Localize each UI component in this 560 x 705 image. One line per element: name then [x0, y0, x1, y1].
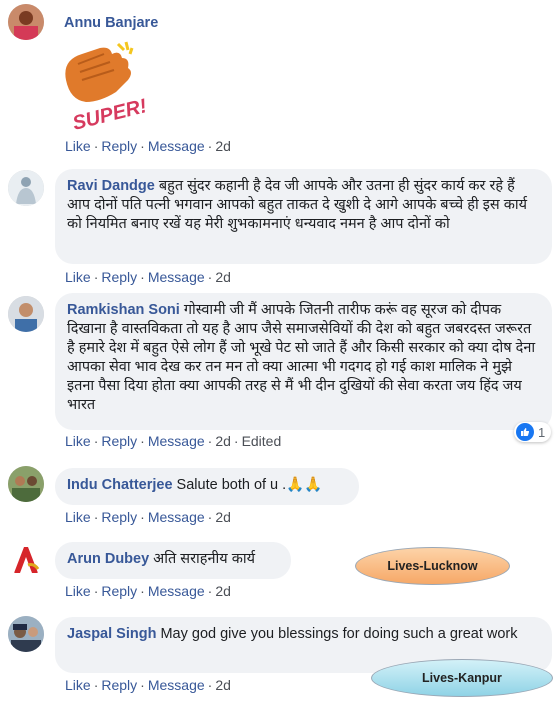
like-link[interactable]: Like [65, 583, 91, 599]
reply-link[interactable]: Reply [101, 138, 137, 154]
author-name[interactable]: Jaspal Singh [67, 626, 156, 642]
timestamp[interactable]: 2d [215, 583, 231, 599]
comment-bubble: Ramkishan Soni गोस्वामी जी मैं आपके जितनी… [55, 293, 552, 430]
message-link[interactable]: Message [148, 433, 205, 449]
like-link[interactable]: Like [65, 269, 91, 285]
comment-text: May god give you blessings for doing suc… [160, 626, 518, 642]
reply-link[interactable]: Reply [101, 269, 137, 285]
reaction-badge[interactable]: 1 [514, 422, 552, 442]
edited-label[interactable]: Edited [242, 433, 282, 449]
like-link[interactable]: Like [65, 677, 91, 693]
like-link[interactable]: Like [65, 138, 91, 154]
avatar[interactable] [8, 296, 44, 332]
timestamp[interactable]: 2d [215, 433, 231, 449]
comment-text: अति सराहनीय कार्य [153, 551, 256, 567]
comment-actions: Like · Reply · Message · 2d [65, 138, 231, 154]
avatar[interactable] [8, 541, 44, 577]
message-link[interactable]: Message [148, 677, 205, 693]
like-link[interactable]: Like [65, 509, 91, 525]
reply-link[interactable]: Reply [101, 583, 137, 599]
avatar[interactable] [8, 466, 44, 502]
author-name[interactable]: Arun Dubey [67, 551, 149, 567]
sticker: SUPER! [60, 40, 149, 135]
location-tag-lucknow: Lives-Lucknow [355, 547, 510, 585]
reaction-count: 1 [538, 424, 546, 440]
reply-link[interactable]: Reply [101, 433, 137, 449]
author-name[interactable]: Ravi Dandge [67, 178, 155, 194]
comment-actions: Like · Reply · Message · 2d · Edited [65, 433, 282, 449]
thumbs-up-icon [516, 423, 534, 441]
avatar[interactable] [8, 4, 44, 40]
timestamp[interactable]: 2d [215, 509, 231, 525]
like-link[interactable]: Like [65, 433, 91, 449]
timestamp[interactable]: 2d [215, 138, 231, 154]
comment-bubble: Arun Dubey अति सराहनीय कार्य [55, 542, 291, 579]
author-name[interactable]: Ramkishan Soni [67, 302, 180, 318]
author-name[interactable]: Indu Chatterjee [67, 477, 173, 493]
author-name[interactable]: Annu Banjare [64, 15, 158, 31]
reply-link[interactable]: Reply [101, 677, 137, 693]
comment-actions: Like · Reply · Message · 2d [65, 269, 231, 285]
comment-actions: Like · Reply · Message · 2d [65, 509, 231, 525]
avatar[interactable] [8, 616, 44, 652]
timestamp[interactable]: 2d [215, 677, 231, 693]
comment-text: गोस्वामी जी मैं आपके जितनी तारीफ करूं वह… [67, 302, 536, 413]
comment-bubble: Indu Chatterjee Salute both of u .🙏🙏 [55, 468, 359, 505]
message-link[interactable]: Message [148, 138, 205, 154]
comment-text: Salute both of u .🙏🙏 [176, 477, 323, 493]
comment-actions: Like · Reply · Message · 2d [65, 583, 231, 599]
location-tag-kanpur: Lives-Kanpur [371, 659, 553, 697]
avatar[interactable] [8, 170, 44, 206]
comment-bubble: Ravi Dandge बहुत सुंदर कहानी है देव जी आप… [55, 169, 552, 264]
reply-link[interactable]: Reply [101, 509, 137, 525]
message-link[interactable]: Message [148, 269, 205, 285]
message-link[interactable]: Message [148, 509, 205, 525]
timestamp[interactable]: 2d [215, 269, 231, 285]
comment-actions: Like · Reply · Message · 2d [65, 677, 231, 693]
message-link[interactable]: Message [148, 583, 205, 599]
